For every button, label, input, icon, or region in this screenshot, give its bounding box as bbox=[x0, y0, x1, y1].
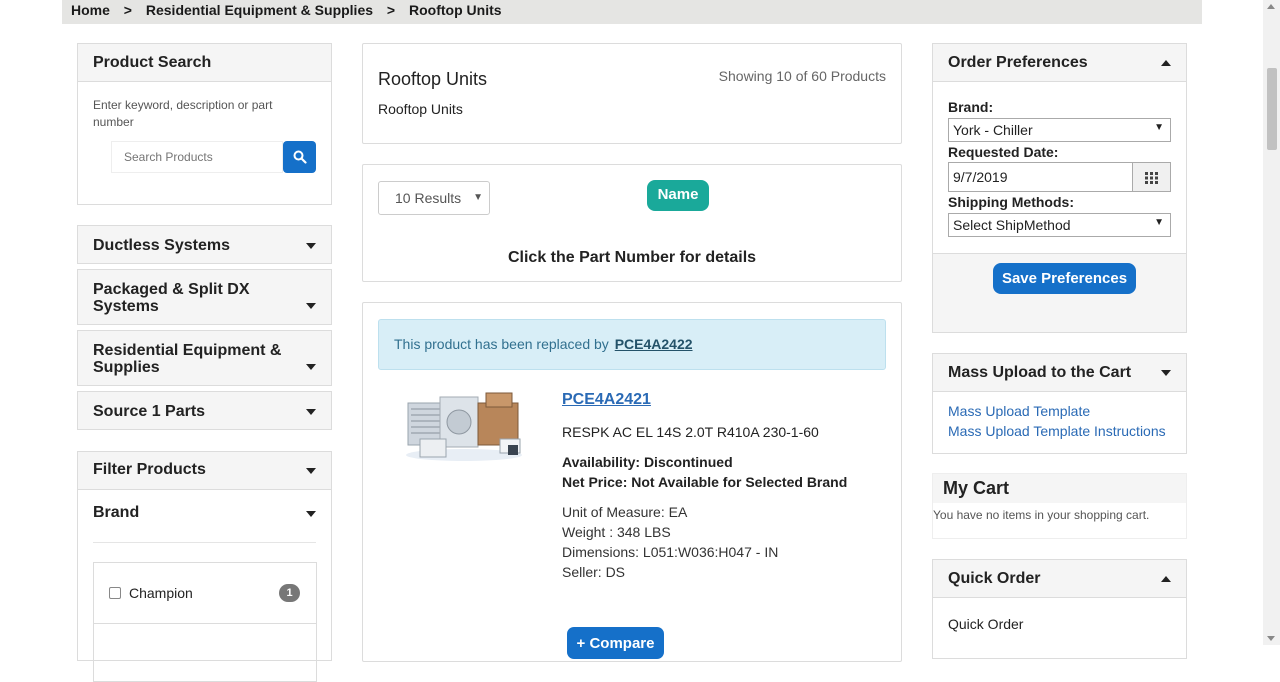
breadcrumb-current: Rooftop Units bbox=[409, 2, 502, 18]
filter-products-title: Filter Products bbox=[93, 461, 206, 478]
category-title: Rooftop Units bbox=[378, 69, 488, 89]
brand-name: Champion bbox=[129, 585, 193, 601]
category-label: Packaged & Split DX Systems bbox=[93, 281, 250, 315]
page-scrollbar[interactable] bbox=[1263, 0, 1280, 645]
results-bar-card: 10 Results ▼ Name Click the Part Number … bbox=[362, 164, 902, 282]
my-cart-panel: My Cart You have no items in your shoppi… bbox=[932, 473, 1187, 539]
shipping-method-value: Select ShipMethod bbox=[953, 217, 1071, 233]
requested-date-label: Requested Date: bbox=[948, 144, 1059, 160]
scroll-thumb[interactable] bbox=[1267, 68, 1277, 150]
brand-select[interactable]: York - Chiller ▼ bbox=[948, 118, 1171, 142]
quick-order-header[interactable]: Quick Order bbox=[933, 560, 1186, 598]
calendar-button[interactable] bbox=[1132, 162, 1171, 192]
category-packaged[interactable]: Packaged & Split DX Systems bbox=[77, 269, 332, 325]
calendar-icon bbox=[1145, 171, 1159, 189]
order-preferences-title: Order Preferences bbox=[948, 54, 1088, 71]
caret-down-icon bbox=[306, 468, 316, 474]
caret-down-icon bbox=[306, 409, 316, 415]
shipping-methods-label: Shipping Methods: bbox=[948, 194, 1074, 210]
brand-list: Champion 1 bbox=[93, 562, 317, 682]
product-search-title: Product Search bbox=[78, 44, 331, 82]
mass-upload-panel: Mass Upload to the Cart Mass Upload Temp… bbox=[932, 353, 1187, 454]
results-per-page-select[interactable]: 10 Results ▼ bbox=[378, 181, 490, 215]
caret-down-icon bbox=[306, 243, 316, 249]
category-residential[interactable]: Residential Equipment & Supplies bbox=[77, 330, 332, 386]
category-ductless[interactable]: Ductless Systems bbox=[77, 225, 332, 264]
filter-products-header[interactable]: Filter Products bbox=[78, 452, 331, 490]
my-cart-header: My Cart bbox=[933, 474, 1186, 503]
select-arrow-icon: ▼ bbox=[1154, 217, 1164, 228]
filter-products-panel: Filter Products Brand Champion 1 bbox=[77, 451, 332, 682]
shipping-method-select[interactable]: Select ShipMethod ▼ bbox=[948, 213, 1171, 237]
product-search-panel: Product Search Enter keyword, descriptio… bbox=[77, 43, 332, 205]
order-preferences-header[interactable]: Order Preferences bbox=[933, 44, 1186, 82]
list-item: Champion 1 bbox=[94, 563, 316, 624]
category-header-card: Rooftop Units Rooftop Units Showing 10 o… bbox=[362, 43, 902, 144]
breadcrumb-separator: > bbox=[123, 2, 132, 18]
caret-down-icon bbox=[306, 511, 316, 517]
product-image[interactable] bbox=[400, 389, 528, 463]
caret-down-icon bbox=[306, 303, 316, 309]
product-description: RESPK AC EL 14S 2.0T R410A 230-1-60 bbox=[562, 424, 819, 440]
mass-upload-title: Mass Upload to the Cart bbox=[948, 364, 1132, 381]
select-arrow-icon: ▼ bbox=[1154, 122, 1164, 133]
product-count: Showing 10 of 60 Products bbox=[718, 68, 886, 84]
brand-filter-header[interactable]: Brand bbox=[78, 490, 331, 542]
part-number-link[interactable]: PCE4A2421 bbox=[562, 391, 651, 409]
brand-checkbox[interactable] bbox=[109, 587, 121, 599]
replacement-part-link[interactable]: PCE4A2422 bbox=[615, 336, 693, 352]
save-preferences-button[interactable]: Save Preferences bbox=[993, 263, 1136, 294]
product-weight: Weight : 348 LBS bbox=[562, 524, 671, 540]
search-input[interactable] bbox=[111, 141, 283, 173]
product-seller: Seller: DS bbox=[562, 564, 626, 580]
breadcrumb-residential[interactable]: Residential Equipment & Supplies bbox=[146, 2, 373, 18]
quick-order-label: Quick Order bbox=[948, 616, 1024, 632]
search-icon bbox=[293, 150, 307, 164]
product-search-hint: Enter keyword, description or part numbe… bbox=[93, 98, 273, 129]
category-label: Residential Equipment & Supplies bbox=[93, 342, 282, 376]
replacement-notice-text: This product has been replaced by bbox=[394, 336, 609, 352]
compare-button[interactable]: + Compare bbox=[567, 627, 664, 659]
select-arrow-icon: ▼ bbox=[473, 192, 483, 203]
mass-upload-template-link[interactable]: Mass Upload Template bbox=[948, 403, 1090, 419]
breadcrumb: Home > Residential Equipment & Supplies … bbox=[62, 0, 1202, 24]
requested-date-input[interactable]: 9/7/2019 bbox=[948, 162, 1133, 192]
scroll-up-icon[interactable] bbox=[1267, 4, 1275, 9]
my-cart-title: My Cart bbox=[943, 478, 1010, 498]
results-instructions: Click the Part Number for details bbox=[507, 249, 757, 266]
caret-up-icon bbox=[1161, 60, 1171, 66]
caret-up-icon bbox=[1161, 576, 1171, 582]
product-dimensions: Dimensions: L051:W036:H047 - IN bbox=[562, 544, 779, 560]
results-per-page-value: 10 Results bbox=[395, 190, 462, 206]
mass-upload-instructions-link[interactable]: Mass Upload Template Instructions bbox=[948, 423, 1166, 439]
brand-label: Brand: bbox=[948, 99, 994, 115]
sort-name-badge[interactable]: Name bbox=[647, 180, 709, 211]
brand-filter-title: Brand bbox=[93, 504, 140, 521]
divider bbox=[93, 542, 316, 543]
brand-select-value: York - Chiller bbox=[953, 122, 1033, 138]
quick-order-panel: Quick Order Quick Order bbox=[932, 559, 1187, 659]
caret-down-icon bbox=[306, 364, 316, 370]
brand-count-badge: 1 bbox=[279, 584, 300, 602]
unit-of-measure: Unit of Measure: EA bbox=[562, 504, 688, 520]
scroll-down-icon[interactable] bbox=[1267, 636, 1275, 641]
requested-date-value: 9/7/2019 bbox=[953, 169, 1008, 185]
availability-status: Availability: Discontinued bbox=[562, 454, 733, 470]
order-preferences-panel: Order Preferences Brand: York - Chiller … bbox=[932, 43, 1187, 333]
caret-down-icon bbox=[1161, 370, 1171, 376]
category-label: Source 1 Parts bbox=[93, 403, 206, 420]
category-source1[interactable]: Source 1 Parts bbox=[77, 391, 332, 430]
product-card: This product has been replaced by PCE4A2… bbox=[362, 302, 902, 662]
breadcrumb-home[interactable]: Home bbox=[71, 2, 110, 18]
quick-order-title: Quick Order bbox=[948, 570, 1041, 587]
search-button[interactable] bbox=[283, 141, 316, 173]
cart-empty-message: You have no items in your shopping cart. bbox=[933, 508, 1150, 522]
breadcrumb-separator: > bbox=[386, 2, 396, 18]
category-label: Ductless Systems bbox=[93, 237, 230, 254]
category-subtitle: Rooftop Units bbox=[378, 101, 463, 117]
net-price: Net Price: Not Available for Selected Br… bbox=[562, 474, 848, 490]
replacement-notice: This product has been replaced by PCE4A2… bbox=[378, 319, 886, 370]
mass-upload-header[interactable]: Mass Upload to the Cart bbox=[933, 354, 1186, 392]
